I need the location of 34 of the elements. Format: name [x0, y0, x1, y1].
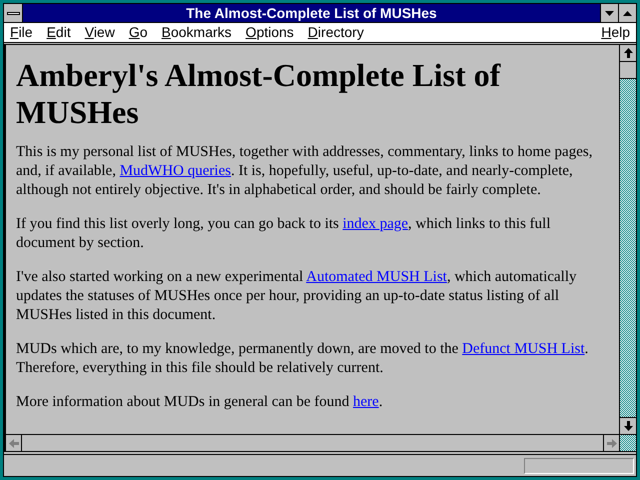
system-menu-button[interactable] — [4, 4, 23, 22]
paragraph: This is my personal list of MUSHes, together with addresses, commentary, links to home pages, and, if available, MudWHO queries. It is, hopefully, useful, up-to-date, and nearly-complete, although not entirely objective. It's in alphabetical order, and should be fairly complete. — [16, 143, 594, 200]
down-arrow-icon — [624, 421, 632, 431]
maximize-button[interactable] — [618, 4, 636, 22]
up-triangle-icon — [623, 10, 632, 16]
link[interactable]: Automated MUSH List — [306, 269, 447, 285]
menu-item[interactable]: Edit — [46, 22, 71, 43]
window-title: The Almost-Complete List of MUSHes — [185, 4, 438, 22]
page-heading: Amberyl's Almost-Complete List of MUSHes — [16, 57, 502, 131]
menu-item[interactable]: Help — [601, 22, 630, 43]
menu-item[interactable]: File — [10, 22, 33, 43]
scroll-up-button[interactable] — [620, 45, 636, 62]
up-arrow-icon — [624, 48, 632, 58]
menu-item[interactable]: View — [84, 22, 115, 43]
paragraph: I've also started working on a new experimental Automated MUSH List, which automatically updates the statuses of MUSHes once per hour, providing an up-to-date status listing of all MUSHes listed in this document. — [16, 268, 578, 325]
paragraph: MUDs which are, to my knowledge, permanently down, are moved to the Defunct MUSH List. Therefore, everything in this file should be relatively current. — [16, 340, 590, 378]
paragraph: More information about MUDs in general can be found here. — [16, 393, 384, 412]
menu-item[interactable]: Bookmarks — [162, 22, 232, 43]
scroll-down-button[interactable] — [620, 417, 636, 434]
minimize-button[interactable] — [600, 4, 618, 22]
scroll-thumb[interactable] — [620, 62, 636, 79]
menu-item[interactable]: Options — [246, 22, 294, 43]
link[interactable]: MudWHO queries — [120, 163, 231, 179]
right-arrow-icon — [606, 438, 616, 448]
link[interactable]: Defunct MUSH List — [462, 341, 585, 357]
menu-item[interactable]: Go — [128, 22, 148, 43]
left-arrow-icon — [8, 438, 18, 448]
menu-item[interactable]: Directory — [308, 22, 364, 43]
horizontal-scrollbar[interactable] — [4, 435, 619, 451]
paragraph: If you find this list overly long, you can go back to its index page, which links to this full document by section. — [16, 215, 552, 253]
down-triangle-icon — [605, 10, 614, 16]
link[interactable]: here — [353, 394, 379, 410]
vertical-scrollbar[interactable] — [619, 45, 636, 434]
link[interactable]: index page — [342, 216, 408, 232]
